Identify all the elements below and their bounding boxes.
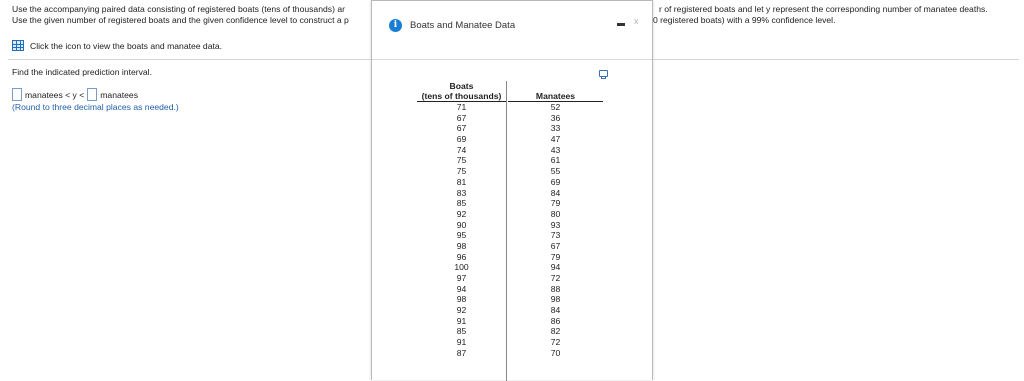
divider (653, 59, 1019, 60)
manatees-header: Manatees (508, 91, 603, 102)
info-icon: i (389, 19, 402, 32)
manatees-cell: 69 (550, 176, 561, 187)
manatees-cell: 55 (550, 166, 561, 177)
boats-header: Boats (tens of thousands) (417, 81, 506, 102)
column-divider (506, 81, 507, 381)
manatees-cell: 67 (550, 240, 561, 251)
boats-cell: 67 (456, 123, 467, 134)
boats-cell: 75 (456, 166, 467, 177)
manatees-cells: 52 36 33 47 43 61 55 69 84 79 80 93 73 67 79 94 72 88 98 84… (508, 102, 603, 359)
manatees-cell: 36 (550, 112, 561, 123)
dialog-title: Boats and Manatee Data (410, 20, 516, 31)
manatees-cell: 80 (550, 208, 561, 219)
manatees-cell: 84 (550, 187, 561, 198)
upper-bound-input[interactable] (87, 88, 98, 101)
boats-cell: 67 (456, 112, 467, 123)
table-icon[interactable] (12, 40, 24, 51)
boats-cell: 83 (456, 187, 467, 198)
copy-icon[interactable] (599, 70, 608, 79)
manatees-cell: 52 (550, 102, 561, 112)
boats-cell: 94 (456, 283, 467, 294)
manatees-cell: 73 (550, 230, 561, 241)
manatees-cell: 79 (550, 251, 561, 262)
manatees-cell: 72 (550, 273, 561, 283)
lower-bound-input[interactable] (12, 88, 22, 101)
boats-cell: 71 (456, 102, 467, 112)
manatees-column: Manatees 52 36 33 47 43 61 55 69 84 79 80 93 73 67 79 9… (508, 81, 603, 359)
instruction-text: Find the indicated prediction interval. (12, 67, 152, 77)
question-text-line-2-right: 0 registered boats) with a 99% confidenc… (653, 15, 836, 25)
answer-left-text: manatees < y < (25, 89, 85, 100)
manatees-cell: 47 (550, 134, 561, 145)
manatees-cell: 79 (550, 198, 561, 209)
boats-cell: 92 (456, 208, 467, 219)
boats-cell: 98 (456, 294, 467, 305)
boats-cell: 95 (456, 230, 467, 241)
dialog-divider (372, 59, 652, 60)
boats-cell: 85 (456, 198, 467, 209)
close-icon[interactable]: x (634, 16, 639, 26)
manatees-cell: 61 (550, 155, 561, 166)
boats-cell: 74 (456, 144, 467, 155)
boats-header-line1: Boats (449, 81, 474, 91)
boats-cell: 91 (456, 337, 467, 348)
boats-header-line2: (tens of thousands) (421, 91, 502, 101)
minimize-icon[interactable] (617, 23, 625, 26)
manatees-cell: 72 (550, 337, 561, 348)
boats-cell: 96 (456, 251, 467, 262)
divider (8, 59, 372, 60)
rounding-note: (Round to three decimal places as needed… (12, 102, 179, 112)
manatees-cell: 86 (550, 315, 561, 326)
data-dialog: i Boats and Manatee Data x Boats (tens o… (371, 0, 653, 381)
boats-cells: 71 67 67 69 74 75 75 81 83 85 92 90 95 98 96 100 97 94 98 9… (417, 102, 506, 359)
boats-cell: 92 (456, 305, 467, 316)
manatees-cell: 98 (550, 294, 561, 305)
boats-cell: 87 (456, 347, 467, 358)
manatees-cell: 82 (550, 326, 561, 337)
boats-cell: 69 (456, 134, 467, 145)
boats-cell: 100 (454, 262, 469, 273)
answer-right-text: manatees (100, 89, 138, 100)
boats-cell: 97 (456, 273, 467, 283)
boats-cell: 98 (456, 240, 467, 251)
question-text-line-2: Use the given number of registered boats… (12, 15, 349, 25)
view-data-link[interactable]: Click the icon to view the boats and man… (12, 40, 222, 51)
boats-cell: 85 (456, 326, 467, 337)
question-text-line-1: Use the accompanying paired data consist… (12, 4, 345, 14)
boats-cell: 81 (456, 176, 467, 187)
manatees-cell: 88 (550, 283, 561, 294)
manatees-cell: 70 (550, 347, 561, 358)
question-text-line-1-right: r of registered boats and let y represen… (659, 4, 988, 14)
dialog-header[interactable]: i Boats and Manatee Data x (372, 1, 652, 51)
manatees-cell: 93 (550, 219, 561, 230)
manatees-cell: 94 (550, 262, 561, 273)
manatees-cell: 33 (550, 123, 561, 134)
view-data-link-label: Click the icon to view the boats and man… (30, 40, 223, 51)
boats-cell: 91 (456, 315, 467, 326)
answer-row: manatees < y < manatees (12, 88, 138, 101)
boats-column: Boats (tens of thousands) 71 67 67 69 74 75 75… (417, 81, 506, 359)
boats-cell: 90 (456, 219, 467, 230)
manatees-cell: 84 (550, 305, 561, 316)
boats-cell: 75 (456, 155, 467, 166)
manatees-cell: 43 (550, 144, 561, 155)
